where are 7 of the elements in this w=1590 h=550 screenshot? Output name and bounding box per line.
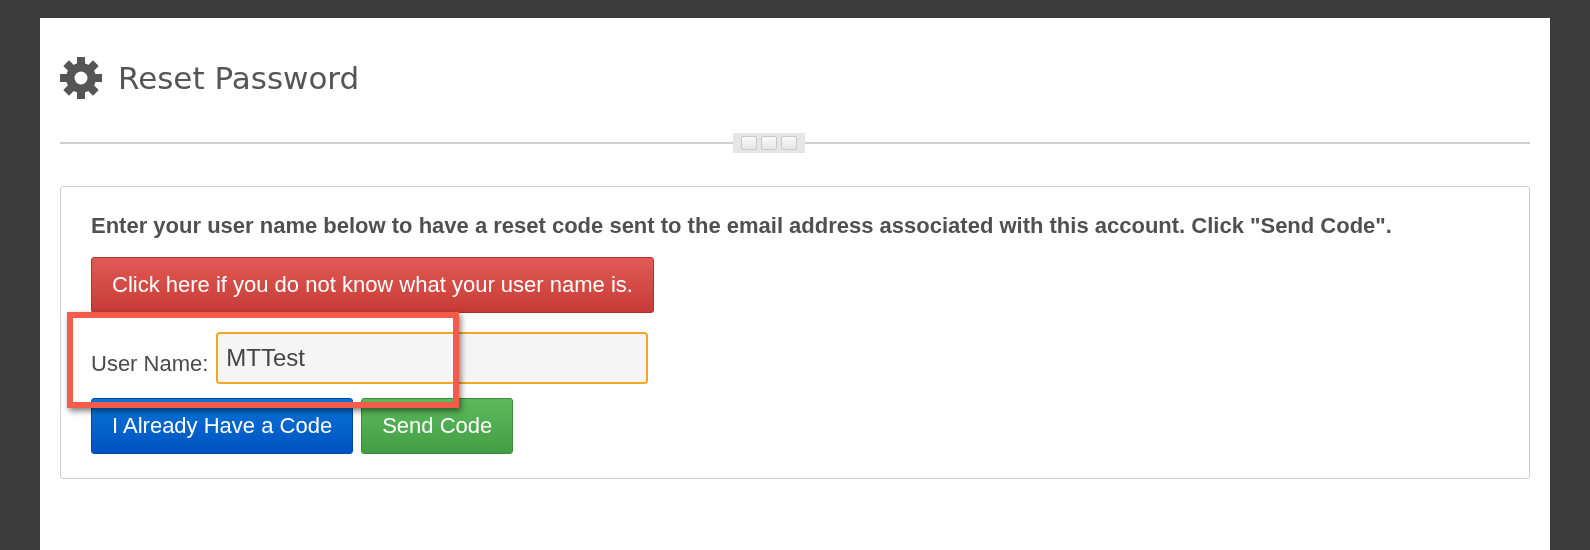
page-title: Reset Password	[118, 60, 360, 96]
user-name-label: User Name:	[91, 350, 209, 377]
send-code-button[interactable]: Send Code	[361, 398, 514, 454]
gear-icon	[60, 57, 102, 99]
user-name-input[interactable]: MTTest	[216, 332, 649, 384]
forgot-username-button[interactable]: Click here if you do not know what your user name is.	[91, 257, 654, 313]
instructions-text: Enter your user name below to have a reset code sent to the email address associated with this account. Click "Send Code".	[91, 212, 1393, 240]
